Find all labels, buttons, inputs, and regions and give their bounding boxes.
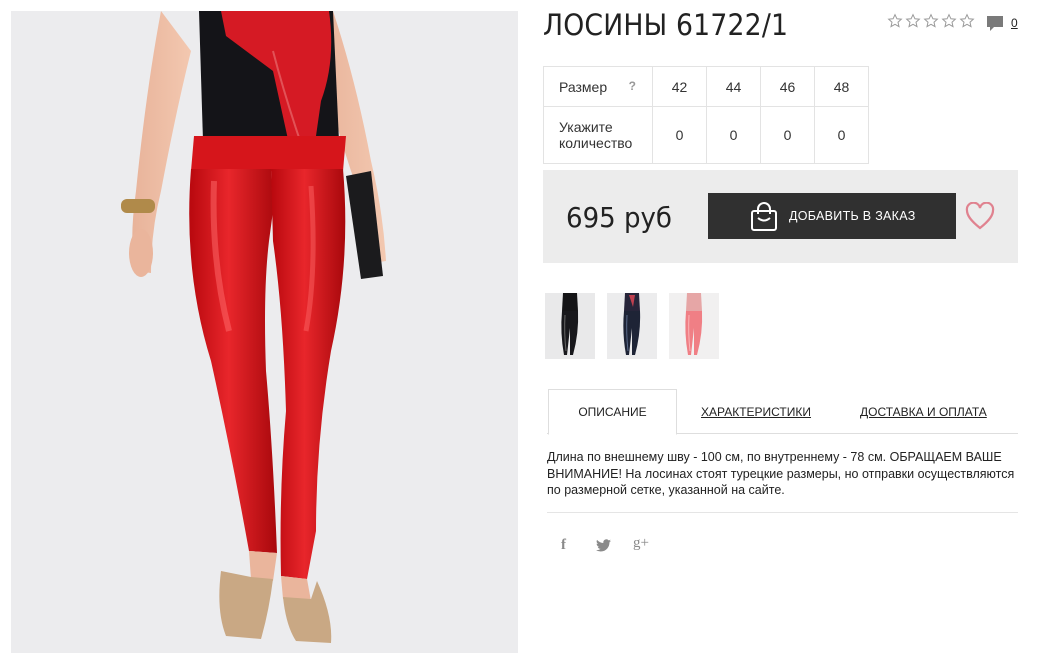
star-outline-icon[interactable] [959,13,975,29]
product-title: ЛОСИНЫ 61722/1 [543,8,789,42]
price-box: 695 руб ДОБАВИТЬ В ЗАКАЗ [543,170,1018,263]
thumbnail-pink-leggings[interactable] [669,293,719,359]
quantity-label-line1: Укажите [559,119,613,135]
googleplus-icon[interactable]: g+ [633,535,649,552]
facebook-icon[interactable]: f [561,537,566,554]
thumbnail-image [669,293,719,359]
quantity-label-cell: Укажите количество [543,106,653,164]
tab-characteristics[interactable]: ХАРАКТЕРИСТИКИ [701,405,811,419]
quantity-input[interactable]: 0 [652,106,707,164]
quantity-input[interactable]: 0 [760,106,815,164]
thumbnail-image [607,293,657,359]
size-row: Размер ? 42 44 46 48 [543,66,869,107]
comment-icon[interactable] [986,15,1004,32]
star-outline-icon[interactable] [923,13,939,29]
product-main-image[interactable] [11,11,518,653]
thumbnail-image [545,293,595,359]
twitter-icon[interactable] [596,539,611,552]
size-cell: 44 [706,66,761,107]
shopping-bag-icon [751,202,777,231]
thumbnail-black-leggings[interactable] [545,293,595,359]
quantity-input[interactable]: 0 [706,106,761,164]
size-cell: 46 [760,66,815,107]
quantity-row: Укажите количество 0 0 0 0 [543,106,869,164]
quantity-label-line2: количество [559,135,633,151]
product-description: Длина по внешнему шву - 100 см, по внутр… [547,450,1015,497]
heart-icon[interactable] [965,202,995,230]
star-outline-icon[interactable] [941,13,957,29]
add-to-order-button[interactable]: ДОБАВИТЬ В ЗАКАЗ [708,193,956,239]
product-price: 695 руб [566,201,672,234]
quantity-input[interactable]: 0 [814,106,869,164]
size-label: Размер [559,78,608,95]
size-label-cell: Размер ? [543,66,653,107]
tab-delivery-payment[interactable]: ДОСТАВКА И ОПЛАТА [860,405,987,419]
add-to-order-label: ДОБАВИТЬ В ЗАКАЗ [789,209,916,223]
tab-description[interactable]: ОПИСАНИЕ [548,389,677,435]
star-outline-icon[interactable] [905,13,921,29]
model-red-leggings-illustration [121,11,386,643]
rating-stars[interactable] [887,13,975,29]
size-quantity-table: Размер ? 42 44 46 48 Укажите количество … [543,66,869,164]
color-thumbnails [545,293,719,359]
size-help-icon[interactable]: ? [629,79,636,93]
thumbnail-navy-leggings[interactable] [607,293,657,359]
size-cell: 42 [652,66,707,107]
star-outline-icon[interactable] [887,13,903,29]
description-divider [547,512,1018,513]
comment-count-link[interactable]: 0 [1011,16,1018,30]
size-cell: 48 [814,66,869,107]
